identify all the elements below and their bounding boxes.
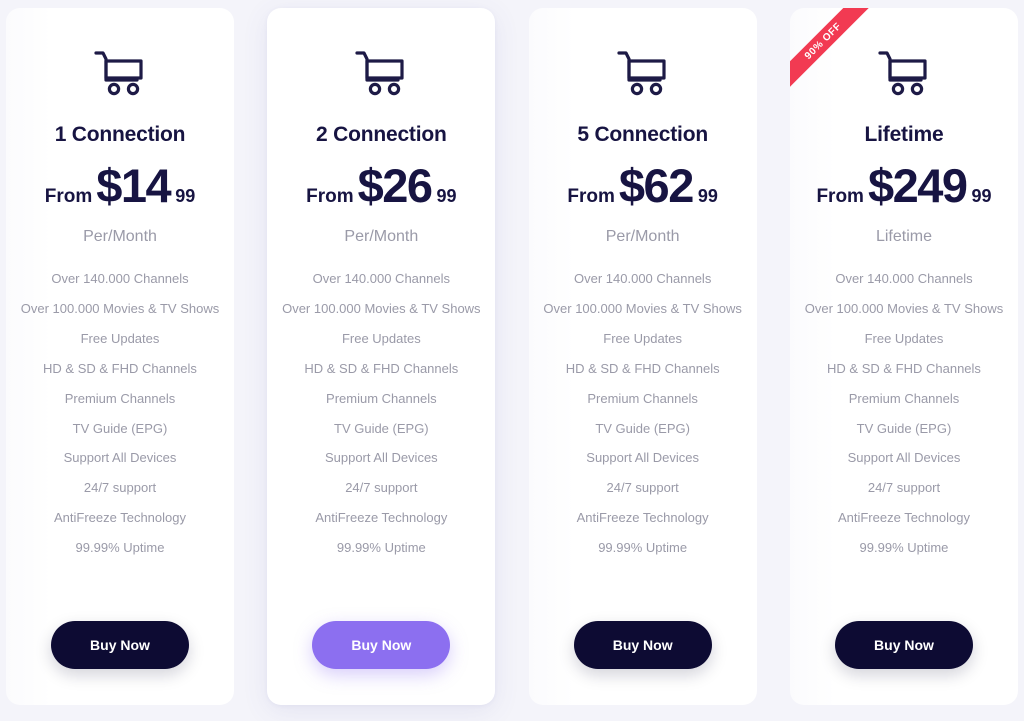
feature-item: Over 140.000 Channels: [835, 271, 973, 287]
plan-title: 5 Connection: [577, 123, 708, 146]
feature-item: AntiFreeze Technology: [576, 510, 709, 526]
price-cents: 99: [697, 186, 718, 206]
feature-item: AntiFreeze Technology: [53, 510, 186, 526]
buy-now-button[interactable]: Buy Now: [312, 621, 451, 669]
feature-list: Over 140.000 Channels Over 100.000 Movies…: [281, 270, 481, 615]
price-cents: 99: [436, 186, 457, 206]
plan-title: 2 Connection: [316, 123, 447, 146]
price-amount: $62: [618, 159, 694, 212]
feature-list: Over 140.000 Channels Over 100.000 Movies…: [543, 270, 743, 615]
shopping-cart-icon: [353, 48, 409, 105]
feature-item: Free Updates: [341, 331, 421, 347]
plan-title: 1 Connection: [54, 123, 186, 146]
feature-item: 99.99% Uptime: [859, 539, 949, 555]
feature-item: Support All Devices: [324, 450, 438, 466]
feature-item: Over 140.000 Channels: [51, 271, 189, 287]
feature-item: AntiFreeze Technology: [837, 510, 970, 526]
feature-item: 99.99% Uptime: [598, 539, 688, 555]
feature-item: Free Updates: [864, 331, 944, 347]
feature-item: TV Guide (EPG): [595, 420, 690, 436]
pricing-card-4: 90% OFF Lifetime From $249 99 Lifetime O…: [789, 8, 1018, 705]
billing-period-label: Per/Month: [83, 228, 157, 246]
feature-item: Over 100.000 Movies & TV Shows: [20, 301, 220, 317]
price-cents: 99: [175, 186, 196, 206]
feature-item: Over 100.000 Movies & TV Shows: [543, 301, 742, 317]
plan-price: From $62 99: [543, 159, 743, 212]
price-amount: $249: [867, 159, 968, 212]
feature-item: HD & SD & FHD Channels: [565, 360, 720, 376]
feature-item: 24/7 support: [345, 480, 418, 496]
feature-item: 24/7 support: [606, 480, 679, 496]
billing-period-label: Per/Month: [605, 228, 680, 246]
plan-price: From $14 99: [20, 159, 220, 212]
feature-item: 24/7 support: [867, 480, 941, 496]
feature-item: Over 140.000 Channels: [574, 271, 712, 287]
feature-item: AntiFreeze Technology: [315, 510, 448, 526]
feature-item: Premium Channels: [326, 390, 437, 406]
price-from-label: From: [567, 186, 615, 207]
feature-item: Premium Channels: [64, 390, 176, 406]
price-amount: $26: [357, 159, 433, 212]
feature-item: Over 100.000 Movies & TV Shows: [804, 301, 1004, 317]
pricing-card-2: 2 Connection From $26 99 Per/Month Over …: [267, 8, 496, 705]
plan-price: From $26 99: [281, 159, 481, 212]
shopping-cart-icon: [615, 48, 671, 105]
feature-item: HD & SD & FHD Channels: [304, 360, 459, 376]
buy-now-button[interactable]: Buy Now: [51, 621, 189, 669]
feature-list: Over 140.000 Channels Over 100.000 Movies…: [20, 270, 220, 615]
buy-now-button[interactable]: Buy Now: [573, 621, 712, 669]
feature-item: Premium Channels: [848, 390, 960, 406]
buy-now-button[interactable]: Buy Now: [834, 621, 973, 669]
billing-period-label: Per/Month: [344, 228, 419, 246]
price-from-label: From: [816, 186, 864, 207]
feature-list: Over 140.000 Channels Over 100.000 Movies…: [804, 270, 1004, 615]
price-from-label: From: [44, 186, 93, 207]
price-amount: $14: [96, 159, 171, 212]
feature-item: Free Updates: [603, 331, 683, 347]
price-cents: 99: [971, 186, 992, 206]
feature-item: 24/7 support: [83, 480, 157, 496]
feature-item: Over 100.000 Movies & TV Shows: [282, 301, 481, 317]
feature-item: HD & SD & FHD Channels: [827, 360, 981, 376]
price-from-label: From: [306, 186, 354, 207]
pricing-card-1: 1 Connection From $14 99 Per/Month Over …: [6, 8, 234, 705]
feature-item: Support All Devices: [586, 450, 700, 466]
feature-item: TV Guide (EPG): [334, 420, 429, 436]
pricing-plans-grid: 1 Connection From $14 99 Per/Month Over …: [0, 0, 1024, 721]
pricing-card-3: 5 Connection From $62 99 Per/Month Over …: [528, 8, 757, 705]
feature-item: Over 140.000 Channels: [312, 271, 450, 287]
shopping-cart-icon: [92, 48, 148, 105]
feature-item: Support All Devices: [63, 450, 177, 466]
feature-item: 99.99% Uptime: [75, 539, 165, 555]
discount-ribbon-label: 90% OFF: [789, 8, 883, 101]
feature-item: Support All Devices: [847, 450, 961, 466]
plan-title: Lifetime: [864, 123, 944, 146]
feature-item: 99.99% Uptime: [336, 539, 426, 555]
plan-price: From $249 99: [804, 159, 1004, 212]
feature-item: TV Guide (EPG): [72, 420, 168, 436]
feature-item: Premium Channels: [587, 390, 698, 406]
shopping-cart-icon: [876, 48, 932, 105]
feature-item: HD & SD & FHD Channels: [43, 360, 197, 376]
billing-period-label: Lifetime: [875, 228, 932, 246]
feature-item: TV Guide (EPG): [856, 420, 952, 436]
feature-item: Free Updates: [80, 331, 160, 347]
